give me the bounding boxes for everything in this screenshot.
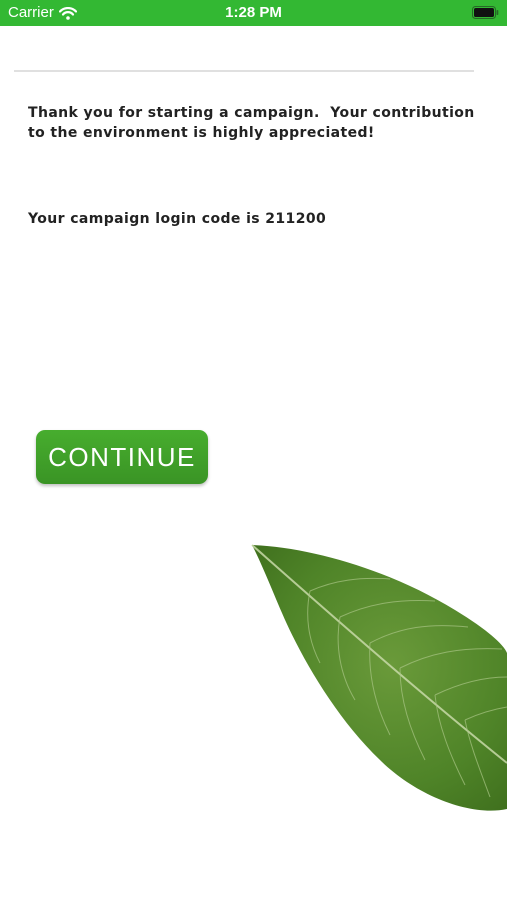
battery-icon: [472, 6, 499, 19]
leaf-image: [251, 544, 507, 811]
thank-you-message: Thank you for starting a campaign. Your …: [28, 105, 480, 141]
status-bar: Carrier 1:28 PM: [0, 0, 507, 26]
status-time: 1:28 PM: [225, 4, 282, 21]
continue-button[interactable]: CONTINUE: [36, 430, 208, 484]
login-code-text: Your campaign login code is 211200: [28, 211, 327, 227]
divider: [14, 70, 474, 72]
